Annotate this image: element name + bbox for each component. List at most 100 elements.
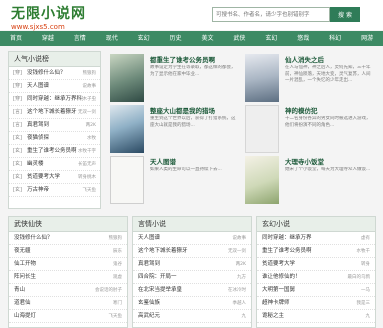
book-desc: 故事设定为学生在等录取，都这样的都会，为了显示他在家中毕业... [150, 65, 236, 77]
book-name[interactable]: 天人图谱 [138, 232, 233, 244]
book-name[interactable]: 重生了谁考公务员啊 [27, 145, 78, 157]
book-author: 熊狼狗 [82, 71, 97, 76]
list-item[interactable]: 贫道要考大学 转身 [257, 258, 375, 271]
nav-item-meiwen[interactable]: 美文 [192, 31, 224, 46]
search-button[interactable]: 搜 索 [330, 7, 360, 22]
site-logo[interactable]: 无限小说网 www.sjxs5.com [11, 3, 86, 31]
nav-item-wangyou[interactable]: 网游 [351, 31, 383, 46]
list-item[interactable]: 阵问长生 观虚 [9, 271, 127, 284]
list-item[interactable]: 重生了谁考公务员啊 水牧千 [257, 245, 375, 258]
book-name[interactable]: 同时穿越：继承万界科技 [27, 93, 83, 105]
list-item[interactable]: [玄] 重生了谁考公务员啊 水牧千字 [9, 145, 100, 158]
nav-item-chuanyue[interactable]: 穿越 [32, 31, 64, 46]
book-name[interactable]: 万古神帝 [27, 184, 83, 196]
book-cover[interactable] [245, 156, 279, 204]
featured-book[interactable]: 大理寺小饭堂 她宋了个小饭堂，每天为大理寺众人做饭... [245, 156, 372, 218]
book-name[interactable]: 夜无疆 [14, 245, 113, 257]
list-item[interactable]: 夜无疆 辰东 [9, 245, 127, 258]
book-name[interactable]: 贫道要考大学 [27, 171, 78, 183]
nav-item-xuanhuan-2[interactable]: 玄幻 [255, 31, 287, 46]
list-item[interactable]: 山海提灯 飞天鱼 [9, 310, 127, 323]
book-title[interactable]: 整座大山都是我的猎场 [150, 105, 215, 115]
list-item[interactable]: 真君驾到 两2K [133, 258, 251, 271]
list-item[interactable]: [玄] 贫道要考大学 转身桃木 [9, 171, 100, 184]
featured-book[interactable]: 天人图谱 如果人类的生命可以一直持续下去... [110, 156, 237, 218]
book-author: 会说话的肘子 [95, 288, 122, 293]
nav-item-yanqing[interactable]: 言情 [64, 31, 96, 46]
list-item[interactable]: 天人图谱 说故事 [133, 232, 251, 245]
book-name[interactable]: 在北宋当提举承皇 [138, 284, 228, 296]
list-item[interactable]: 谁让他修仙的！ 最白的乌鸦 [257, 271, 375, 284]
book-name[interactable]: 超神卡牌师 [262, 297, 357, 309]
book-author: 水牧千字 [78, 149, 96, 154]
category-tag: [玄] [13, 187, 22, 193]
book-name[interactable]: 四合院：开局一 [138, 271, 237, 283]
list-item[interactable]: [玄] 万古神帝 飞天鱼 [9, 184, 100, 197]
book-name[interactable]: 阵问长生 [14, 271, 113, 283]
list-item[interactable]: [玄] 幽灵楼 长笛无声 [9, 158, 100, 171]
nav-item-xuanhuan[interactable]: 玄幻 [128, 31, 160, 46]
book-name[interactable]: 道君仙 [14, 297, 113, 309]
book-cover[interactable] [245, 105, 279, 153]
nav-item-xiandai[interactable]: 现代 [96, 31, 128, 46]
book-name[interactable]: 大明第一国舅 [262, 284, 361, 296]
book-name[interactable]: 仙工开物 [14, 258, 113, 270]
list-item[interactable]: [穿] 没钱修什么仙？ 熊狼狗 [9, 67, 100, 80]
list-item[interactable]: 青山 会说话的肘子 [9, 284, 127, 297]
nav-item-lishi[interactable]: 历史 [160, 31, 192, 46]
book-name[interactable]: 没钱修什么仙？ [27, 67, 83, 79]
book-title[interactable]: 大理寺小饭堂 [285, 156, 324, 166]
list-item[interactable]: 在北宋当提举承皇 在冰冷时 [133, 284, 251, 297]
book-name[interactable]: 山海提灯 [14, 310, 109, 322]
book-cover[interactable] [245, 54, 279, 102]
book-name[interactable]: 幽灵楼 [27, 158, 78, 170]
book-name[interactable]: 高武纪元 [138, 310, 242, 322]
book-title[interactable]: 神的模仿犯 [285, 105, 318, 115]
book-name[interactable]: 天人图谱 [27, 80, 83, 92]
book-name[interactable]: 这个地下城长着獠牙 [138, 245, 228, 257]
list-item[interactable]: [言] 真君驾到 两2K [9, 119, 100, 132]
book-name[interactable]: 夜猫侦探 [27, 132, 87, 144]
book-name[interactable]: 没钱修什么仙？ [14, 232, 109, 244]
list-item[interactable]: 诡秘之主九 [257, 310, 375, 323]
nav-item-youzai[interactable]: 悠哉 [287, 31, 319, 46]
search-input[interactable] [212, 7, 330, 22]
book-author: 九 [365, 314, 371, 319]
list-item[interactable]: 这个地下城长着獠牙 无双一剑 [133, 245, 251, 258]
book-title[interactable]: 仙人消失之后 [285, 54, 324, 64]
list-item[interactable]: 同时穿越：继承万界 虚有 [257, 232, 375, 245]
book-name[interactable]: 青山 [14, 284, 95, 296]
book-title[interactable]: 天人图谱 [150, 156, 176, 166]
book-name[interactable]: 真君驾到 [27, 119, 86, 131]
book-name[interactable]: 谁让他修仙的！ [262, 271, 348, 283]
list-item[interactable]: 没钱修什么仙？ 熊狼狗 [9, 232, 127, 245]
book-name[interactable]: 真君驾到 [138, 258, 236, 270]
list-item[interactable]: [穿] 天人图谱 说故事 [9, 80, 100, 93]
category-tag: [穿] [13, 96, 22, 102]
nav-item-home[interactable]: 首页 [0, 31, 32, 46]
nav-item-kehuan[interactable]: 科幻 [319, 31, 351, 46]
book-author: 两2K [85, 123, 96, 128]
book-name[interactable]: 贫道要考大学 [262, 258, 361, 270]
list-item[interactable]: 超神卡牌师 我是三 [257, 297, 375, 310]
list-item[interactable]: 高武纪元九 [133, 310, 251, 323]
list-item[interactable]: [玄] 夜猫侦探 水牧 [9, 132, 100, 145]
list-item[interactable]: [言] 这个地下城长着獠牙 无双一剑 [9, 106, 100, 119]
list-item[interactable]: 仙工开物 鬼谷 [9, 258, 127, 271]
nav-item-wuxia[interactable]: 武侠 [223, 31, 255, 46]
book-cover[interactable] [110, 54, 144, 102]
list-item[interactable]: 玄鉴仙族 季越人 [133, 297, 251, 310]
category-tag: [玄] [13, 135, 22, 141]
book-name[interactable]: 这个地下城长着獠牙 [27, 106, 78, 118]
book-name[interactable]: 玄鉴仙族 [138, 297, 233, 309]
list-item[interactable]: 道君仙 寒门 [9, 297, 127, 310]
list-item[interactable]: 大明第一国舅 一马 [257, 284, 375, 297]
list-item[interactable]: [穿] 同时穿越：继承万界科技 木子虫 [9, 93, 100, 106]
book-name[interactable]: 同时穿越：继承万界 [262, 232, 361, 244]
book-name[interactable]: 诡秘之主 [262, 310, 366, 322]
book-cover[interactable] [110, 105, 144, 153]
list-item[interactable]: 四合院：开局一 九方 [133, 271, 251, 284]
book-cover[interactable] [110, 156, 144, 204]
book-name[interactable]: 重生了谁考公务员啊 [262, 245, 357, 257]
book-title[interactable]: 都重生了谁考公务员啊 [150, 54, 215, 64]
